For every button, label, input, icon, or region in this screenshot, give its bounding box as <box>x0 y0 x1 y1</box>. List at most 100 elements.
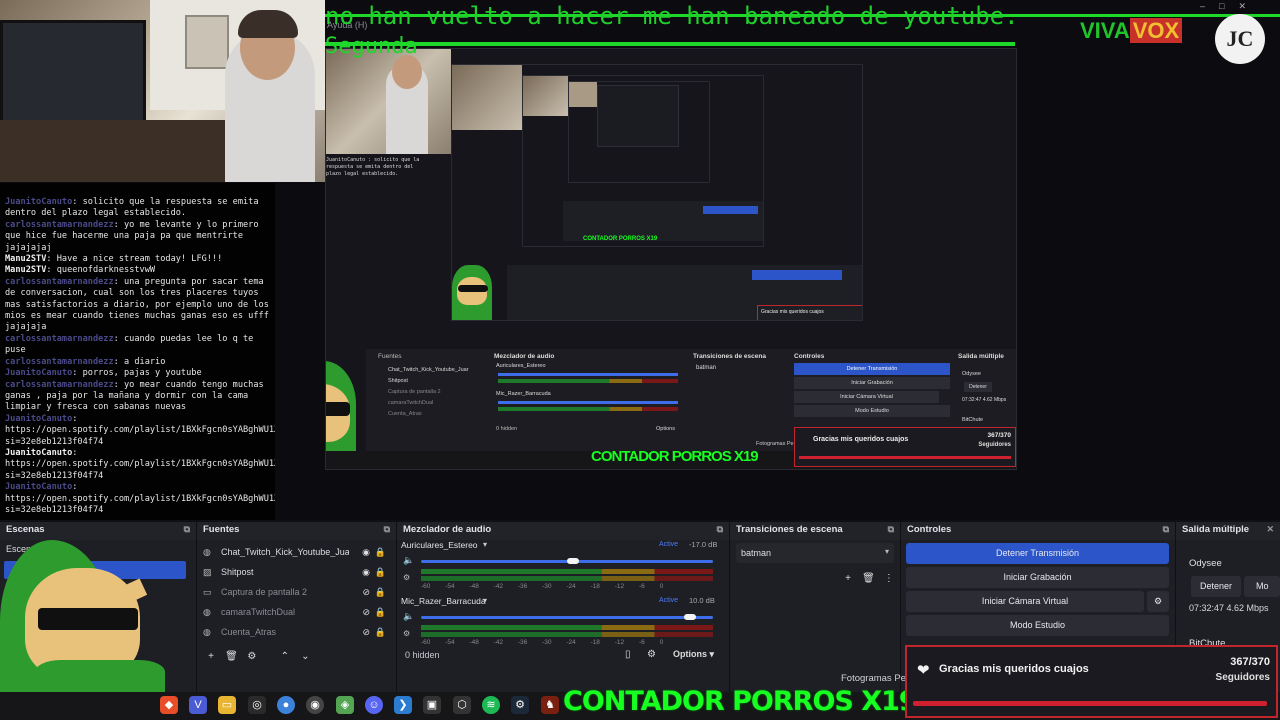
volume-icon[interactable]: 🔈 <box>403 611 414 622</box>
nested-controls-title: Controles <box>794 353 825 360</box>
odysee-stats: 07:32:47 4.62 Mbps <box>1189 603 1269 613</box>
chat-overlay: JuanitoCanuto: solicito que la respuesta… <box>0 183 275 520</box>
source-item[interactable]: ◍ camaraTwitchDual ⊘ 🔒 <box>197 602 396 622</box>
steam-icon[interactable]: ⚙ <box>511 696 529 714</box>
scale-tick: -54 <box>445 639 455 646</box>
chat-text: : a diario <box>113 356 166 367</box>
fader-knob[interactable] <box>683 614 696 620</box>
ticker-second: Segunda <box>325 34 418 59</box>
studio-mode-button[interactable]: Modo Estudio <box>906 615 1169 636</box>
source-item[interactable]: ◍ Cuenta_Atras ⊘ 🔒 <box>197 622 396 642</box>
nested-webcam <box>326 49 451 154</box>
sources-toolbar: + 🗑 ⚙ ⌃ ⌄ <box>203 646 313 664</box>
stop-stream-button[interactable]: Detener Transmisión <box>906 543 1169 564</box>
chat-username: carlossantamarnandezz <box>5 379 114 390</box>
chat-username: carlossantamarnandezz <box>5 219 114 230</box>
hidden-count: 0 hidden <box>405 650 440 660</box>
meter-scale: -60 -54 -48 -42 -36 -30 -24 -18 -12 -6 0 <box>421 583 663 590</box>
chevron-down-icon[interactable]: ▾ <box>483 540 487 549</box>
nested-chat: JuanitoCanuto : solicito que la respuest… <box>326 157 420 177</box>
eye-hidden-icon[interactable]: ⊘ <box>362 607 370 618</box>
brave-lion-icon[interactable]: ♞ <box>541 696 559 714</box>
trash-icon[interactable]: 🗑 <box>223 651 239 662</box>
nested-hidden: 0 hidden <box>496 426 518 432</box>
dock-undock-icon[interactable]: ⧉ <box>384 524 390 535</box>
lock-icon[interactable]: 🔒 <box>375 567 386 578</box>
channel-settings-icon[interactable]: ⚙ <box>403 629 410 638</box>
dock-undock-icon[interactable]: ⧉ <box>717 524 723 535</box>
source-item[interactable]: ◍ Chat_Twitch_Kick_Youtube_Juar ◉ 🔒 <box>197 542 396 562</box>
channel-logo: JC <box>1215 14 1265 64</box>
mixer-layout-icon[interactable]: ▯ <box>625 649 631 660</box>
level-meter <box>421 625 713 630</box>
eye-hidden-icon[interactable]: ⊘ <box>362 587 370 598</box>
more-odysee-button[interactable]: Mo <box>1244 576 1280 597</box>
more-icon[interactable]: ⋮ <box>881 573 897 584</box>
channel-status: Active <box>659 597 679 604</box>
window-controls[interactable]: –□✕ <box>1200 1 1260 12</box>
close-icon[interactable]: ✕ <box>1266 524 1274 535</box>
virtual-camera-settings-icon[interactable]: ⚙ <box>1147 591 1169 612</box>
fader-knob[interactable] <box>566 558 579 564</box>
move-down-icon[interactable]: ⌄ <box>297 651 313 662</box>
move-up-icon[interactable]: ⌃ <box>277 651 293 662</box>
volume-icon[interactable]: 🔈 <box>403 555 414 566</box>
ticker-top: no han vuelto a hacer me han baneado de … <box>325 2 1019 30</box>
spotify-icon[interactable]: ≋ <box>482 696 500 714</box>
lock-icon[interactable]: 🔒 <box>375 607 386 618</box>
source-item[interactable]: ▭ Captura de pantalla 2 ⊘ 🔒 <box>197 582 396 602</box>
mixer-options-button[interactable]: Options ▾ <box>673 649 714 660</box>
add-source-icon[interactable]: + <box>203 651 219 662</box>
unity-icon[interactable]: ⬡ <box>453 696 471 714</box>
lock-icon[interactable]: 🔒 <box>375 627 386 638</box>
scale-tick: -18 <box>590 583 600 590</box>
terminal-icon[interactable]: ▣ <box>423 696 441 714</box>
chevron-down-icon[interactable]: ▾ <box>483 596 487 605</box>
add-transition-icon[interactable]: + <box>840 573 856 584</box>
eye-icon[interactable]: ◉ <box>362 567 370 578</box>
nested-capture-1: JuanitoCanuto : solicito que la respuest… <box>325 48 1017 470</box>
eye-icon[interactable]: ◉ <box>362 547 370 558</box>
vscode-icon[interactable]: ❯ <box>394 696 412 714</box>
chrome-icon[interactable]: ● <box>277 696 295 714</box>
eye-hidden-icon[interactable]: ⊘ <box>362 627 370 638</box>
channel-db: 10.0 dB <box>689 596 715 605</box>
lock-icon[interactable]: 🔒 <box>375 547 386 558</box>
mixer-channel: Mic_Razer_Barracuda ▾ Active 10.0 dB 🔈 ⚙ -60 -… <box>397 596 729 650</box>
nested-start-vcam: Iniciar Cámara Virtual <box>794 391 939 403</box>
nested-sources: Chat_Twitch_Kick_Youtube_Juar Shitpost C… <box>388 367 469 417</box>
transition-select[interactable]: batman ▾ <box>736 543 894 563</box>
dock-undock-icon[interactable]: ⧉ <box>1163 524 1169 535</box>
cube-icon[interactable]: ◈ <box>336 696 354 714</box>
level-meter <box>421 632 713 637</box>
folder-icon[interactable]: ▭ <box>218 696 236 714</box>
scale-tick: -6 <box>638 639 645 646</box>
nested-fuentes-title: Fuentes <box>378 353 402 360</box>
channel-db: -17.0 dB <box>689 540 718 549</box>
mixer-dock: Mezclador de audio ⧉ Auriculares_Estereo ▾… <box>397 522 730 692</box>
chat-message: carlossantamarnandezz: yo me levante y l… <box>5 220 271 254</box>
chat-message: Manu2STV: queenofdarknesstvwW <box>5 265 271 276</box>
scale-tick: -48 <box>469 639 479 646</box>
dock-undock-icon[interactable]: ⧉ <box>184 524 190 535</box>
vivaldi-icon[interactable]: V <box>189 696 207 714</box>
stop-odysee-button[interactable]: Detener <box>1191 576 1241 597</box>
nested-stop-stream: Detener Transmisión <box>794 363 950 375</box>
dock-undock-icon[interactable]: ⧉ <box>888 524 894 535</box>
mixer-settings-icon[interactable]: ⚙ <box>647 649 656 660</box>
start-recording-button[interactable]: Iniciar Grabación <box>906 567 1169 588</box>
chat-username: carlossantamarnandezz <box>5 333 114 344</box>
channel-settings-icon[interactable]: ⚙ <box>403 573 410 582</box>
lock-icon[interactable]: 🔒 <box>375 587 386 598</box>
start-virtual-camera-button[interactable]: Iniciar Cámara Virtual <box>906 591 1144 612</box>
discord-icon[interactable]: ☺ <box>365 696 383 714</box>
trash-icon[interactable]: 🗑 <box>860 573 876 584</box>
obs-icon[interactable]: ◉ <box>306 696 324 714</box>
app-icon[interactable]: ◎ <box>248 696 266 714</box>
brave-icon[interactable]: ◆ <box>160 696 178 714</box>
chat-text: https://open.spotify.com/playlist/1BXkFg… <box>5 493 275 515</box>
chat-username: JuanitoCanuto <box>5 368 73 379</box>
volume-fader[interactable] <box>421 616 713 619</box>
source-item[interactable]: ▨ Shitpost ◉ 🔒 <box>197 562 396 582</box>
gear-icon[interactable]: ⚙ <box>244 651 260 662</box>
